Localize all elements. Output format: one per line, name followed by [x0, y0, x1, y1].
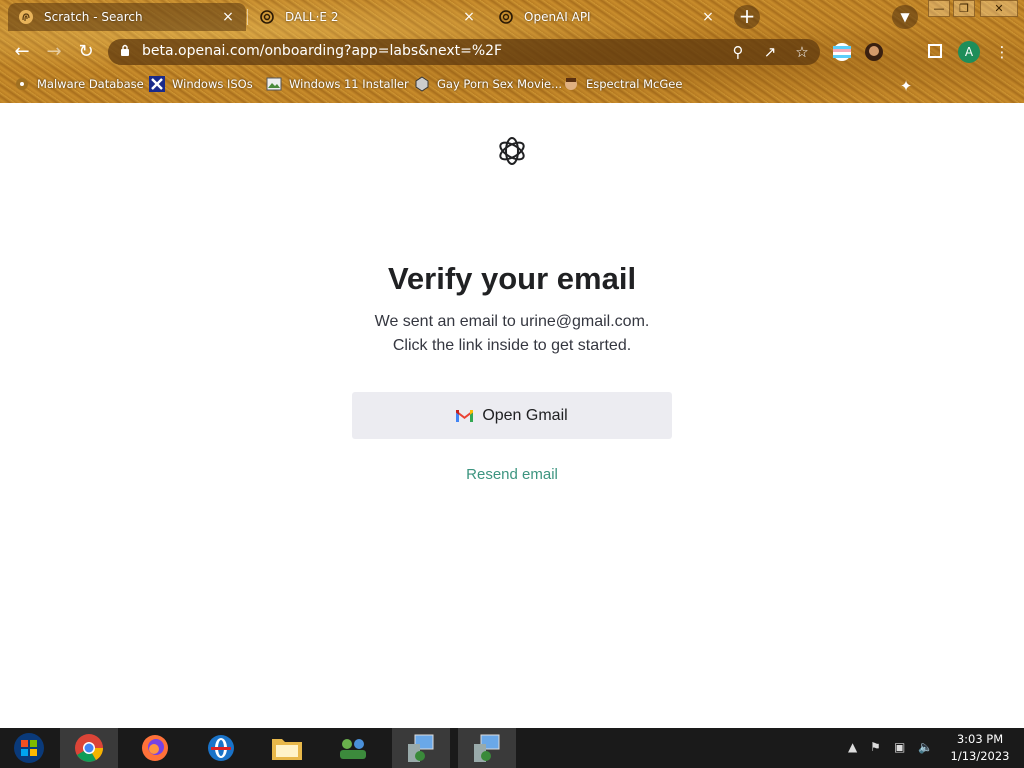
- share-icon[interactable]: ↗: [760, 42, 780, 62]
- tab-title: Scratch - Search: [44, 10, 143, 24]
- remote-desktop-icon: [474, 734, 500, 762]
- fingerprint-icon: [19, 10, 33, 24]
- key-icon[interactable]: ⚲: [728, 42, 748, 62]
- chrome-icon: [75, 734, 103, 762]
- tab-scratch-search[interactable]: Scratch - Search ×: [8, 3, 246, 31]
- bookmarks-bar: Malware Database Windows ISOs Windows 11…: [0, 72, 1024, 98]
- character-face-icon: [565, 78, 577, 90]
- avatar-extension-icon[interactable]: [864, 42, 884, 62]
- restore-button[interactable]: ❐: [953, 0, 975, 17]
- instruction-text: Click the link inside to get started.: [392, 337, 632, 354]
- browser-toolbar: ← → ↻ beta.openai.com/onboarding?app=lab…: [0, 36, 1024, 95]
- taskbar-remote-desktop-2[interactable]: [458, 728, 516, 768]
- lock-icon[interactable]: [120, 44, 130, 56]
- clock-time: 3:03 PM: [956, 732, 1004, 746]
- tab-search-button[interactable]: ▼: [892, 5, 918, 29]
- taskbar-file-explorer[interactable]: [258, 728, 316, 768]
- page-title: Verify your email: [387, 261, 637, 296]
- show-hidden-icons-chevron-icon[interactable]: ▲: [848, 740, 857, 754]
- profile-avatar[interactable]: A: [958, 41, 980, 63]
- firefox-icon: [142, 735, 168, 761]
- forward-button[interactable]: →: [40, 38, 68, 66]
- open-gmail-label: Open Gmail: [482, 406, 568, 424]
- bookmark-malware-database[interactable]: Malware Database: [14, 76, 144, 92]
- bookmark-windows-isos[interactable]: Windows ISOs: [149, 76, 253, 92]
- address-bar[interactable]: beta.openai.com/onboarding?app=labs&next…: [108, 39, 820, 65]
- openai-logo-icon: [499, 137, 525, 165]
- tab-close-icon[interactable]: ×: [220, 9, 236, 25]
- openai-logo-icon: [260, 10, 274, 24]
- site-favicon-icon: [415, 76, 429, 92]
- resend-email-link[interactable]: Resend email: [0, 466, 1024, 483]
- openai-logo-icon: [499, 10, 513, 24]
- image-icon: [266, 77, 282, 91]
- minimize-button[interactable]: —: [928, 0, 950, 17]
- bookmark-label: Windows ISOs: [172, 77, 253, 91]
- new-tab-button[interactable]: +: [734, 5, 760, 29]
- menu-kebab-icon[interactable]: ⋮: [992, 42, 1012, 62]
- tab-divider: [247, 9, 248, 25]
- folder-icon: [272, 739, 302, 760]
- bookmark-label: Gay Porn Sex Movie...: [437, 77, 563, 91]
- pride-flag-extension-icon[interactable]: [832, 42, 852, 62]
- windows-taskbar: ▲ ⚑ ▣ 🔈 3:03 PM 1/13/2023: [0, 728, 1024, 768]
- windows-start-icon: [14, 733, 44, 763]
- taskbar-network-app[interactable]: [324, 728, 382, 768]
- url-text[interactable]: beta.openai.com/onboarding?app=labs&next…: [142, 43, 502, 59]
- verify-email-page: Verify your email We sent an email to ur…: [0, 103, 1024, 728]
- clock-date: 1/13/2023: [950, 749, 1010, 763]
- x-logo-icon: [149, 76, 165, 92]
- close-window-button[interactable]: ✕: [980, 0, 1018, 17]
- remote-desktop-icon: [408, 734, 434, 762]
- tab-title: DALL·E 2: [285, 10, 339, 24]
- bookmark-windows-11-installer[interactable]: Windows 11 Installer: [266, 76, 409, 92]
- bookmark-gay-porn-sex-movie[interactable]: Gay Porn Sex Movie...: [414, 76, 562, 92]
- side-panel-icon[interactable]: [928, 44, 942, 58]
- taskbar-firefox[interactable]: [126, 728, 184, 768]
- biohazard-icon: [16, 78, 28, 90]
- tab-close-icon[interactable]: ×: [461, 9, 477, 25]
- taskbar-opera[interactable]: [192, 728, 250, 768]
- network-icon[interactable]: ▣: [894, 740, 905, 754]
- back-button[interactable]: ←: [8, 38, 36, 66]
- system-clock[interactable]: 3:03 PM 1/13/2023: [940, 731, 1020, 765]
- action-center-flag-icon[interactable]: ⚑: [870, 740, 881, 754]
- bookmark-espectral-mcgee[interactable]: Espectral McGee: [563, 76, 682, 92]
- gmail-icon: [456, 410, 474, 422]
- bookmark-label: Espectral McGee: [586, 77, 683, 91]
- tab-dalle[interactable]: DALL·E 2 ×: [249, 3, 487, 31]
- volume-icon[interactable]: 🔈: [918, 740, 933, 754]
- bookmark-star-icon[interactable]: ☆: [792, 42, 812, 62]
- open-gmail-button[interactable]: Open Gmail: [352, 392, 672, 439]
- reload-button[interactable]: ↻: [72, 38, 100, 66]
- tab-title: OpenAI API: [524, 10, 591, 24]
- start-button[interactable]: [0, 728, 58, 768]
- browser-chrome: Scratch - Search × DALL·E 2 × OpenAI API…: [0, 0, 1024, 103]
- network-people-icon: [340, 739, 366, 759]
- sent-email-text: We sent an email to urine@gmail.com.: [374, 313, 650, 330]
- bookmark-label: Malware Database: [37, 77, 144, 91]
- tab-strip: Scratch - Search × DALL·E 2 × OpenAI API…: [0, 0, 1024, 34]
- opera-icon: [208, 735, 234, 761]
- tab-openai-api[interactable]: OpenAI API ×: [488, 3, 726, 31]
- tab-close-icon[interactable]: ×: [700, 9, 716, 25]
- taskbar-chrome[interactable]: [60, 728, 118, 768]
- taskbar-remote-desktop-1[interactable]: [392, 728, 450, 768]
- bookmark-label: Windows 11 Installer: [289, 77, 409, 91]
